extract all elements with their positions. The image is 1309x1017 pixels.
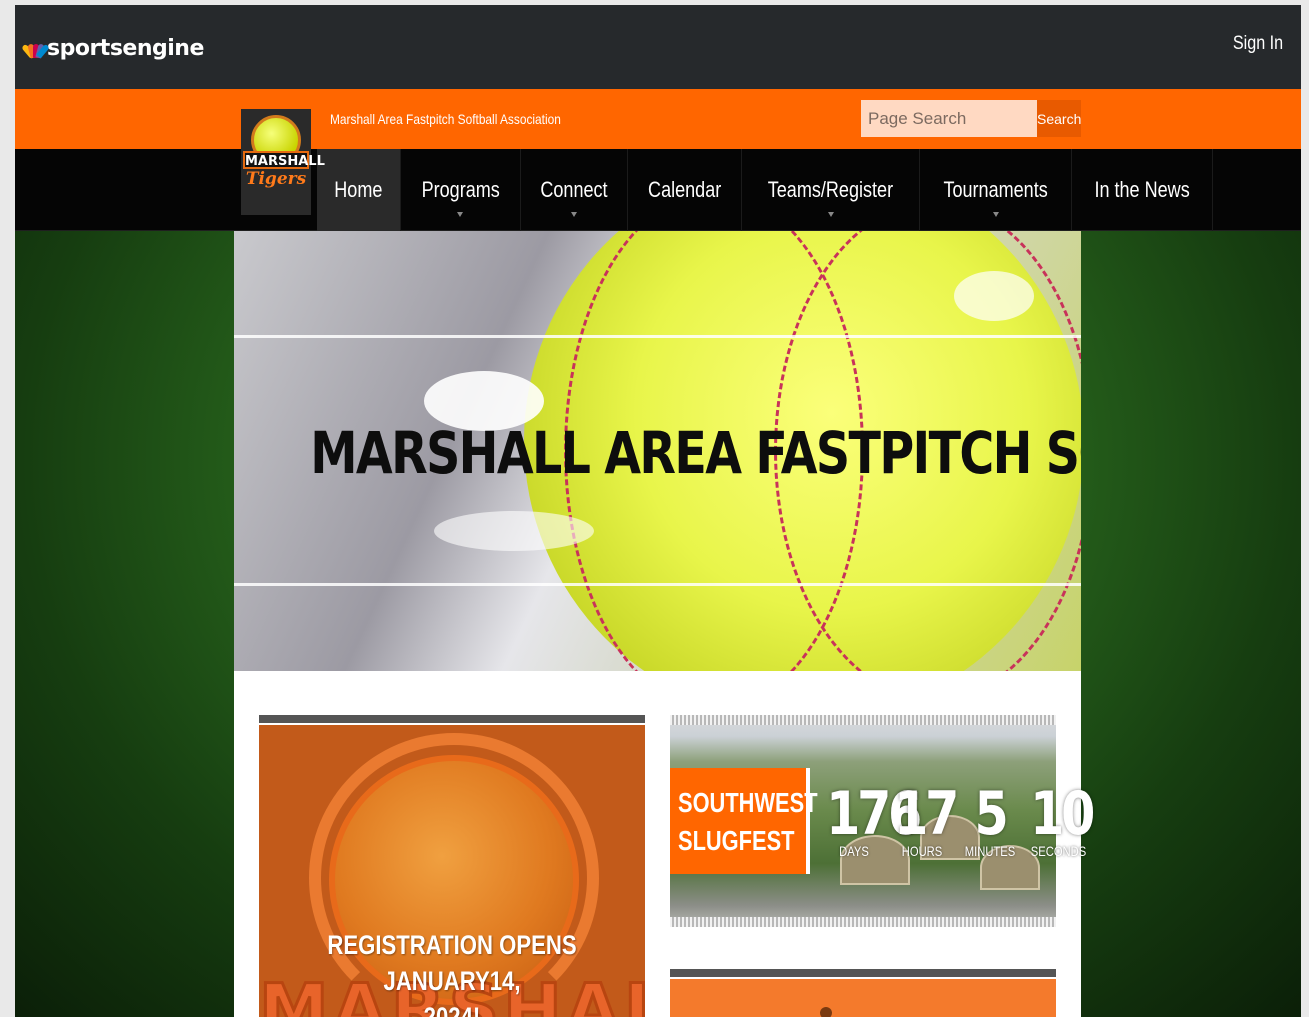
fence-pattern bbox=[670, 917, 1056, 927]
page: sportsengine Sign In Marshall Area Fastp… bbox=[15, 5, 1301, 1017]
nav-tournaments[interactable]: Tournaments bbox=[920, 149, 1073, 231]
countdown-value: 17 bbox=[894, 779, 959, 849]
countdown-seconds: 10 SECONDS bbox=[1024, 779, 1095, 859]
search-button[interactable]: Search bbox=[1037, 100, 1081, 137]
countdown-hours: 17 HOURS bbox=[888, 779, 959, 859]
caret-down-icon bbox=[571, 212, 578, 217]
countdown-label: SECONDS bbox=[1030, 843, 1087, 859]
nav-calendar[interactable]: Calendar bbox=[628, 149, 743, 231]
slugfest-title-line1: SOUTHWEST bbox=[678, 787, 818, 818]
peacock-icon bbox=[21, 40, 50, 59]
sign-in-link[interactable]: Sign In bbox=[1233, 33, 1283, 55]
org-name[interactable]: Marshall Area Fastpitch Softball Associa… bbox=[330, 111, 561, 127]
hero-banner: MARSHALL AREA FASTPITCH SOFTBALL bbox=[234, 231, 1081, 671]
hero-title: MARSHALL AREA FASTPITCH SOFTBALL bbox=[310, 419, 1081, 487]
card-divider bbox=[259, 715, 645, 723]
caret-down-icon bbox=[827, 212, 834, 217]
logo-word: MARSHALL bbox=[243, 151, 325, 169]
fence-pattern bbox=[670, 715, 1056, 725]
promo-card[interactable] bbox=[670, 969, 1056, 1017]
countdown-days: 176 DAYS bbox=[820, 779, 922, 859]
nav-label: Home bbox=[334, 177, 383, 202]
countdown-value: 176 bbox=[826, 779, 922, 849]
nav-label: Connect bbox=[540, 177, 608, 202]
logo-script: Tigers bbox=[245, 169, 307, 189]
light-streak bbox=[234, 335, 1081, 338]
paint-splat bbox=[434, 511, 594, 551]
nav-connect[interactable]: Connect bbox=[521, 149, 628, 231]
countdown-minutes: 5 MINUTES bbox=[956, 781, 1024, 859]
registration-poster[interactable]: MARSHALL REGISTRATION OPENS JANUARY14, 2… bbox=[259, 725, 645, 1017]
main-nav: Home Programs Connect Calendar Teams/Reg… bbox=[317, 149, 1214, 231]
content-area: MARSHALL REGISTRATION OPENS JANUARY14, 2… bbox=[234, 671, 1095, 1017]
registration-line2: 2024! bbox=[423, 1002, 481, 1017]
nav-home[interactable]: Home bbox=[317, 149, 401, 231]
paint-splat bbox=[954, 271, 1034, 321]
nav-label: Calendar bbox=[648, 177, 722, 202]
card-divider bbox=[670, 969, 1056, 977]
nav-label: Programs bbox=[421, 177, 500, 202]
countdown-label: DAYS bbox=[839, 843, 869, 859]
nav-in-the-news[interactable]: In the News bbox=[1072, 149, 1214, 231]
promo-mark bbox=[820, 1007, 832, 1017]
nav-label: Teams/Register bbox=[768, 177, 894, 202]
registration-line1: REGISTRATION OPENS JANUARY14, bbox=[327, 930, 577, 996]
marshall-tigers-logo[interactable]: MARSHALL Tigers bbox=[241, 109, 325, 215]
countdown-label: MINUTES bbox=[964, 843, 1016, 859]
nav-label: Tournaments bbox=[943, 177, 1048, 202]
slugfest-tag: SOUTHWEST SLUGFEST bbox=[670, 768, 818, 874]
promo-image bbox=[670, 979, 1056, 1017]
main-nav-bar: Home Programs Connect Calendar Teams/Reg… bbox=[15, 149, 1301, 231]
slugfest-card[interactable]: SOUTHWEST SLUGFEST 176 DAYS 17 HOURS 5 M… bbox=[670, 715, 1095, 927]
countdown-label: HOURS bbox=[901, 843, 943, 859]
caret-down-icon bbox=[457, 212, 464, 217]
registration-text: REGISTRATION OPENS JANUARY14, 2024! bbox=[294, 927, 611, 1017]
countdown-value: 10 bbox=[1030, 779, 1095, 849]
countdown-timer: 176 DAYS 17 HOURS 5 MINUTES 10 SECONDS bbox=[820, 779, 1095, 859]
sportsengine-topbar: sportsengine Sign In bbox=[15, 5, 1301, 89]
registration-card[interactable]: MARSHALL REGISTRATION OPENS JANUARY14, 2… bbox=[259, 715, 645, 1017]
slugfest-title-line2: SLUGFEST bbox=[678, 825, 795, 856]
page-search-input[interactable] bbox=[861, 100, 1037, 137]
countdown-value: 5 bbox=[974, 779, 1009, 849]
site-header: Marshall Area Fastpitch Softball Associa… bbox=[15, 89, 1301, 149]
nav-teams-register[interactable]: Teams/Register bbox=[742, 149, 921, 231]
sportsengine-logo[interactable]: sportsengine bbox=[21, 36, 204, 61]
slugfest-title: SOUTHWEST SLUGFEST bbox=[678, 784, 818, 860]
caret-down-icon bbox=[992, 212, 999, 217]
nav-programs[interactable]: Programs bbox=[401, 149, 522, 231]
light-streak bbox=[234, 583, 1081, 586]
brand-text: sportsengine bbox=[47, 36, 204, 61]
nav-label: In the News bbox=[1094, 177, 1191, 202]
